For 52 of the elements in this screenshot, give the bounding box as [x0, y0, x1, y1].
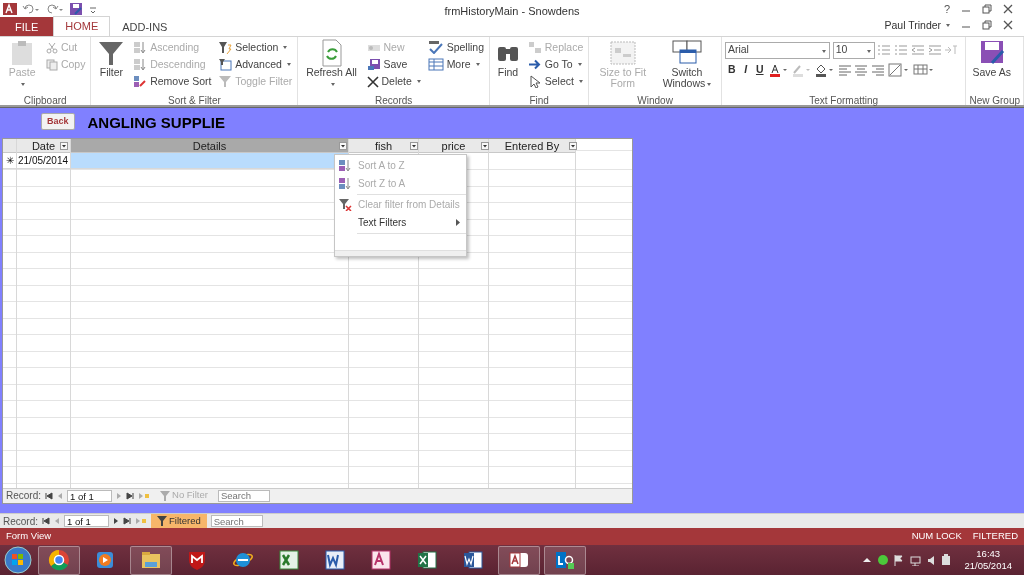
ribbon-tab[interactable]: ADD-INS [110, 17, 180, 36]
ribbon-tab[interactable]: HOME [53, 16, 111, 36]
record-number-field[interactable]: 1 of 1 [64, 515, 109, 527]
group-label: Text Formatting [808, 94, 880, 105]
ribbon-button[interactable]: Go To [525, 56, 586, 73]
group-label: Clipboard [22, 94, 68, 105]
ribbon-button[interactable]: Save [364, 56, 423, 73]
column-header[interactable]: Details [71, 138, 348, 153]
group-label: Sort & Filter [167, 94, 222, 105]
back-button[interactable]: Back [41, 113, 75, 130]
window-title: frmHistoryMain - Snowdens [444, 4, 580, 19]
group-label: New Group [969, 94, 1020, 105]
text-style-button[interactable]: B [724, 61, 739, 79]
text-style-button[interactable]: I [741, 61, 751, 79]
ribbon-button[interactable]: Advanced [216, 56, 295, 73]
column-header[interactable]: price [419, 138, 488, 153]
column-header[interactable]: Date [17, 138, 70, 153]
ribbon-button[interactable]: Delete [364, 73, 423, 90]
ribbon-button[interactable]: Switch Windows [655, 39, 718, 89]
clock-date[interactable]: 21/05/2014 [964, 560, 1012, 572]
font-name-field[interactable]: Arial [724, 41, 830, 59]
font-size-field[interactable]: 10 [832, 41, 875, 59]
record-label: Record: [3, 514, 38, 529]
ribbon-button[interactable]: More [425, 56, 486, 73]
column-header[interactable]: Entered By [489, 138, 575, 153]
text-style-button[interactable]: U [752, 61, 767, 79]
ribbon-button[interactable]: Refresh All [301, 39, 362, 89]
help-button[interactable]: ? [943, 0, 950, 18]
search-field[interactable]: Search [210, 515, 263, 527]
ribbon-button[interactable]: Selection [216, 39, 295, 56]
ribbon-button[interactable]: Remove Sort [131, 73, 214, 90]
record-number-field[interactable]: 1 of 1 [67, 489, 112, 502]
ribbon-button[interactable]: Select [525, 73, 586, 90]
status-indicator: NUM LOCK [911, 529, 962, 544]
view-status: Form View [6, 529, 52, 544]
group-label: Records [374, 94, 414, 105]
group-label: Window [636, 94, 674, 105]
search-field[interactable]: Search [217, 489, 270, 502]
ribbon-tab[interactable]: FILE [0, 17, 54, 36]
ribbon-button[interactable]: Spelling [425, 39, 486, 56]
form-title: ANGLING SUPPLIE [87, 113, 226, 133]
filter-status-button[interactable]: Filtered [151, 514, 207, 528]
record-label: Record: [6, 489, 41, 503]
group-label: Find [528, 94, 550, 105]
ribbon-button[interactable]: Save As [969, 39, 1014, 78]
ribbon-button[interactable]: Filter [94, 39, 129, 78]
status-indicator: FILTERED [972, 529, 1018, 544]
column-header[interactable]: fish [349, 138, 418, 153]
clock-time[interactable]: 16:43 [964, 548, 1012, 560]
user-name[interactable]: Paul Trinder [884, 17, 950, 34]
menu-item[interactable]: Text Filters [335, 213, 466, 232]
ribbon-button[interactable]: Find [493, 39, 523, 78]
